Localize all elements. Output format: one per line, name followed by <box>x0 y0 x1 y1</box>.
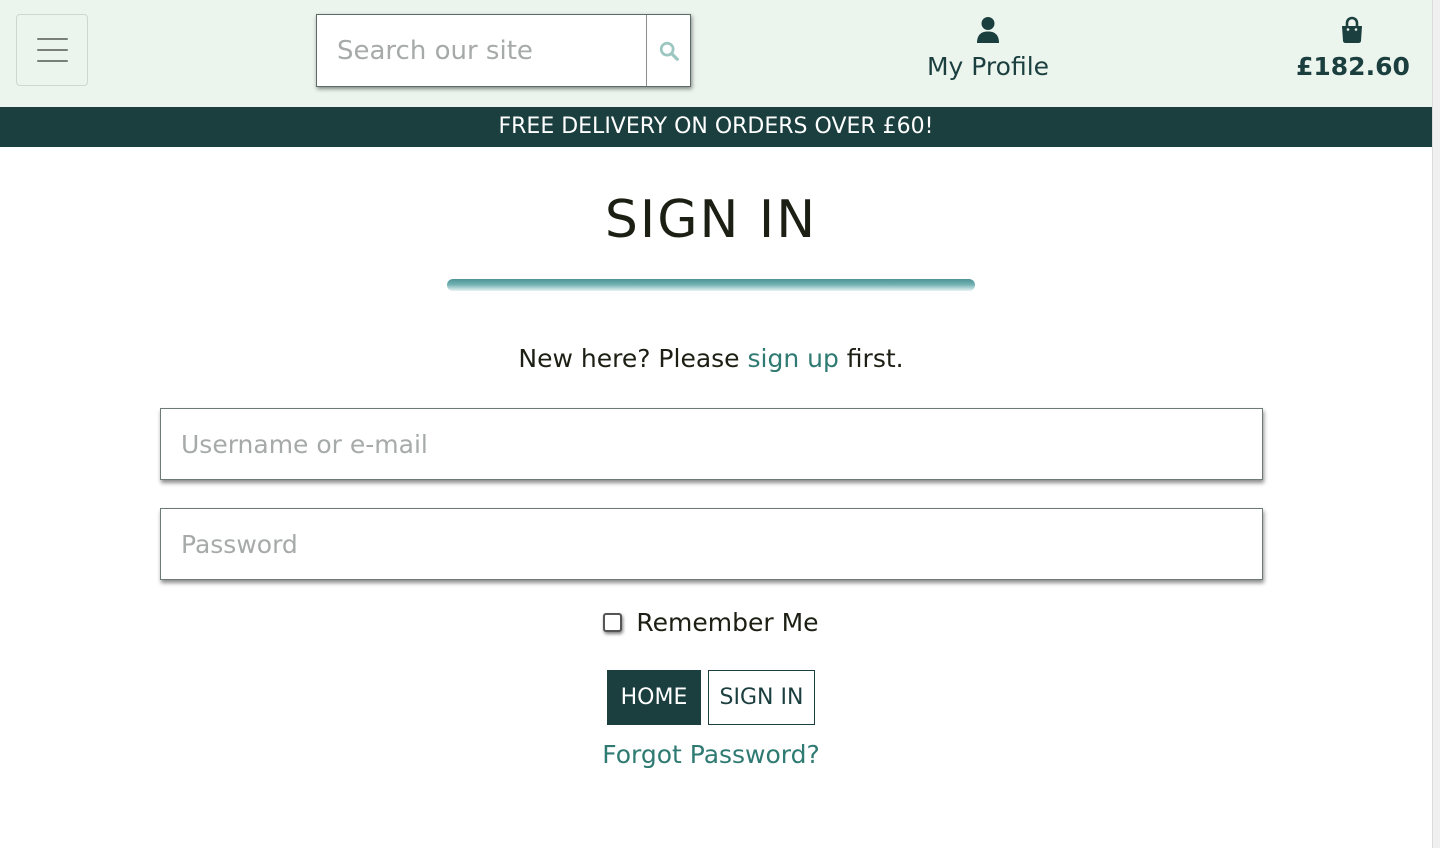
forgot-password-link[interactable]: Forgot Password? <box>602 740 820 769</box>
signup-prompt: New here? Please sign up first. <box>0 344 1422 373</box>
sign-in-button[interactable]: SIGN IN <box>708 670 815 725</box>
my-profile-link[interactable]: My Profile <box>918 16 1058 81</box>
remember-me-row: Remember Me <box>0 608 1422 637</box>
my-profile-label: My Profile <box>926 52 1050 81</box>
search-button[interactable] <box>647 15 690 86</box>
hamburger-menu-icon <box>37 38 68 40</box>
form-actions: HOME SIGN IN <box>0 670 1422 725</box>
bag-total: £182.60 <box>1296 52 1410 81</box>
sign-up-link[interactable]: sign up <box>748 344 839 373</box>
remember-me-checkbox[interactable] <box>603 613 623 632</box>
search-input[interactable] <box>317 15 647 86</box>
forgot-password-row: Forgot Password? <box>0 740 1422 769</box>
password-field[interactable] <box>160 508 1263 580</box>
page-title: SIGN IN <box>604 190 818 250</box>
page-edge <box>1432 0 1440 848</box>
delivery-banner: FREE DELIVERY ON ORDERS OVER £60! <box>0 107 1432 147</box>
search-form <box>316 14 691 87</box>
shopping-bag-link[interactable]: £182.60 <box>1296 16 1410 81</box>
user-icon <box>977 17 999 43</box>
menu-toggle-button[interactable] <box>16 14 88 86</box>
signup-prompt-after: first. <box>838 344 904 373</box>
signup-prompt-before: New here? Please <box>518 344 748 373</box>
title-divider <box>447 279 975 291</box>
search-icon <box>659 41 679 61</box>
home-button[interactable]: HOME <box>607 670 701 725</box>
username-field[interactable] <box>160 408 1263 480</box>
top-header: My Profile £182.60 <box>0 0 1432 107</box>
shopping-bag-icon <box>1342 16 1362 44</box>
remember-me-label: Remember Me <box>636 608 819 637</box>
